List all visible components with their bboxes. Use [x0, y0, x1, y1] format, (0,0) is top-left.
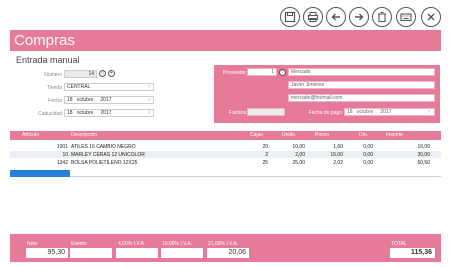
tienda-label: Tienda [46, 85, 62, 91]
tienda-select[interactable]: CENTRAL [64, 83, 154, 91]
forward-icon[interactable] [349, 7, 369, 27]
fecha-day: 18 [67, 97, 73, 103]
column-header: Precio [315, 132, 330, 138]
fecha-pago-day: 18 [347, 109, 353, 115]
search-icon[interactable]: ○ [279, 68, 286, 76]
fecha-pago-month: octubre [356, 109, 374, 115]
numero-label: Número [44, 72, 62, 78]
back-icon[interactable] [326, 7, 346, 27]
column-header: Cajas [250, 132, 263, 138]
fecha-year: 2017 [100, 97, 112, 103]
cell-descripcion: BOLSA POLIETILENO 12X25 [71, 160, 138, 166]
numero-field[interactable]: 14 [64, 70, 97, 78]
search-icon[interactable]: ○ [99, 70, 106, 77]
factura-label: Factura [229, 110, 246, 116]
caducidad-label: Caducidad [38, 111, 62, 117]
column-header: Dto. [359, 132, 369, 138]
fecha-pago-label: Fecha de pago [308, 110, 342, 116]
cell-articulo: 1342 [56, 160, 68, 166]
iva10-value [161, 248, 203, 258]
cell-dto: 0,00 [363, 144, 373, 150]
cell-importe: 50,50 [417, 160, 430, 166]
iva4-label: 4,00% I.V.A. [118, 241, 146, 247]
cell-dto: 0,00 [363, 152, 373, 158]
caducidad-field[interactable]: 18 octubre 2017 [64, 109, 154, 117]
page-header: Compras [10, 30, 441, 51]
caducidad-day: 18 [67, 110, 73, 116]
chevron-down-icon: ▿ [428, 109, 431, 115]
print-icon[interactable] [303, 7, 323, 27]
table-row[interactable]: 1001 ATILES 16 CAMBIO NEGRO 20 10,00 1,6… [10, 143, 441, 150]
page-title: Compras [14, 32, 75, 49]
neto-label: Neto [27, 241, 38, 247]
cell-descripcion: ATILES 16 CAMBIO NEGRO [71, 144, 136, 150]
cell-descripcion: MARLEY CERAS 12 UNICOLOR [71, 152, 145, 158]
proveedor-email: mercado@hotmail.com [288, 94, 435, 102]
close-icon[interactable] [421, 7, 441, 27]
cell-importe: 16,00 [417, 144, 430, 150]
toolbar [0, 6, 450, 28]
delete-icon[interactable] [372, 7, 392, 27]
table-row[interactable]: 1342 BOLSA POLIETILENO 12X25 25 25,00 2,… [10, 159, 441, 166]
cell-unids: 25,00 [292, 160, 305, 166]
neto-value: 95,30 [26, 248, 68, 258]
fecha-pago-year: 2017 [380, 109, 392, 115]
fecha-label: Fecha [48, 98, 62, 104]
table-row[interactable]: 10 MARLEY CERAS 12 UNICOLOR 2 2,00 15,00… [10, 151, 441, 158]
chevron-down-icon: ▿ [148, 110, 151, 116]
cell-precio: 1,60 [333, 144, 343, 150]
save-icon[interactable] [280, 7, 300, 27]
cell-cajas: 2 [265, 152, 268, 158]
new-row[interactable] [70, 170, 441, 177]
iva4-value [116, 248, 158, 258]
column-header: Descripción [71, 132, 98, 138]
keyboard-icon[interactable] [396, 7, 416, 27]
new-row-input[interactable] [10, 170, 70, 177]
cell-dto: 0,00 [363, 160, 373, 166]
total-label: TOTAL [391, 241, 407, 247]
caducidad-month: octubre [76, 110, 94, 116]
caducidad-year: 2017 [100, 110, 112, 116]
column-header: Artículo [22, 132, 39, 138]
fecha-field[interactable]: 18 octubre 2017 [64, 96, 154, 104]
fecha-month: octubre [76, 97, 94, 103]
proveedor-contact: Javier Jiménez [288, 81, 435, 89]
fecha-pago-field[interactable]: 18 octubre 2017 [344, 108, 435, 116]
cell-articulo: 10 [62, 152, 68, 158]
cell-cajas: 25 [262, 160, 268, 166]
chevron-down-icon: ▿ [148, 97, 151, 103]
cell-unids: 2,00 [295, 152, 305, 158]
column-header: Unids. [282, 132, 297, 138]
proveedor-label: Proveedor [222, 70, 246, 76]
table-header: Artículo Descripción Cajas Unids. Precio… [10, 131, 441, 140]
column-header: Importe [386, 132, 403, 138]
iva21-value: 20,06 [207, 248, 249, 258]
cell-importe: 30,00 [417, 152, 430, 158]
iva10-label: 10,00% I.V.A. [162, 241, 193, 247]
exento-label: Exento [71, 241, 87, 247]
cell-articulo: 1001 [56, 144, 68, 150]
cell-cajas: 20 [262, 144, 268, 150]
proveedor-number[interactable]: 1 [247, 68, 277, 76]
chevron-down-icon: ▿ [148, 84, 151, 90]
add-icon[interactable]: + [108, 70, 115, 77]
cell-precio: 2,02 [333, 160, 343, 166]
proveedor-name: Mercado [288, 68, 435, 76]
total-value: 115,36 [390, 248, 435, 258]
totals-bar: Neto 95,30 Exento 4,00% I.V.A. 10,00% I.… [10, 234, 441, 262]
exento-value [70, 248, 112, 258]
section-title: Entrada manual [16, 55, 80, 65]
cell-unids: 10,00 [292, 144, 305, 150]
factura-field[interactable] [247, 108, 285, 116]
cell-precio: 15,00 [330, 152, 343, 158]
iva21-label: 21,00% I.V.A. [208, 241, 239, 247]
